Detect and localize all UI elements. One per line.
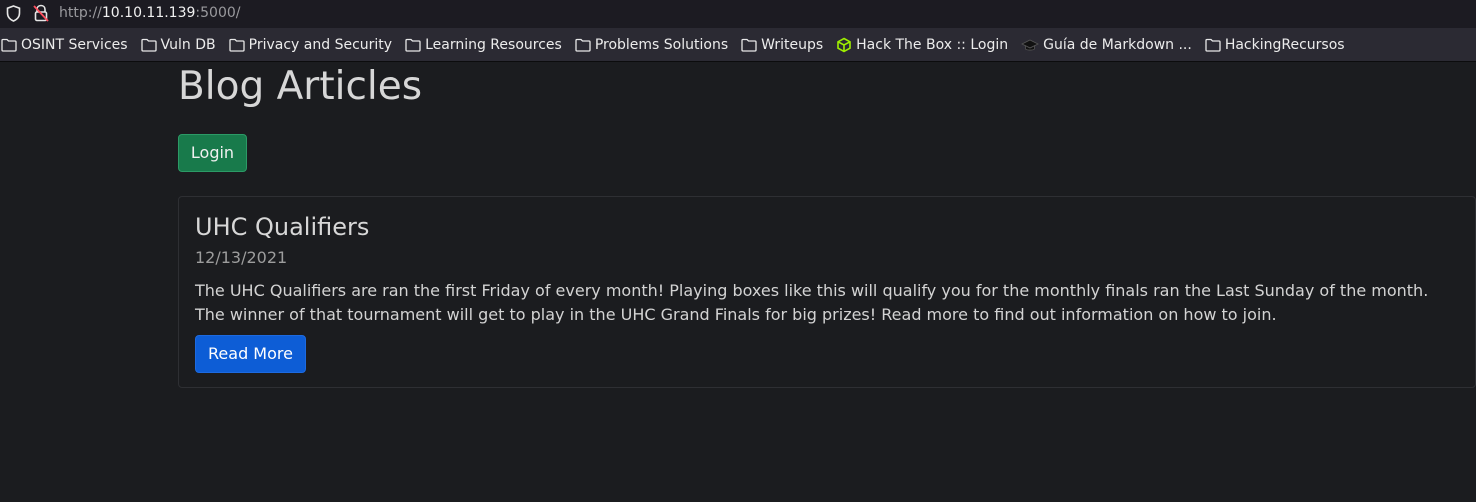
login-button[interactable]: Login [178, 134, 247, 172]
browser-url-bar[interactable]: http://10.10.11.139:5000/ [0, 0, 1476, 28]
bookmark-label: HackingRecursos [1224, 36, 1345, 53]
article-card: UHC Qualifiers 12/13/2021 The UHC Qualif… [178, 196, 1476, 388]
read-more-button[interactable]: Read More [195, 335, 306, 373]
bookmarks-toolbar: OSINT Services Vuln DB Privacy and Secur… [0, 28, 1476, 62]
folder-icon [1205, 38, 1221, 52]
page-title: Blog Articles [178, 64, 423, 109]
graduation-cap-icon [1021, 39, 1040, 50]
bookmark-label: Hack The Box :: Login [856, 36, 1009, 53]
url-text[interactable]: http://10.10.11.139:5000/ [59, 4, 240, 22]
bookmark-label: Privacy and Security [248, 36, 393, 53]
bookmark-label: Learning Resources [425, 36, 562, 53]
folder-icon [1, 38, 17, 52]
bookmark-label: Vuln DB [160, 36, 216, 53]
bookmark-writeups[interactable]: Writeups [741, 28, 823, 61]
bookmark-privacy-and-security[interactable]: Privacy and Security [229, 28, 392, 61]
shield-icon[interactable] [6, 5, 21, 26]
bookmark-label: OSINT Services [21, 36, 128, 53]
bookmark-label: Problems Solutions [594, 36, 729, 53]
folder-icon [405, 38, 421, 52]
bookmark-learning-resources[interactable]: Learning Resources [405, 28, 562, 61]
lock-slash-icon[interactable] [33, 4, 49, 26]
article-title: UHC Qualifiers [195, 213, 370, 241]
folder-icon [140, 38, 157, 52]
bookmark-guia-de-markdown[interactable]: Guía de Markdown ... [1021, 28, 1192, 61]
htb-cube-icon [837, 37, 851, 52]
article-body: The UHC Qualifiers are ran the first Fri… [195, 281, 1429, 324]
bookmark-vuln-db[interactable]: Vuln DB [140, 28, 216, 61]
folder-icon [229, 38, 245, 52]
bookmark-problems-solutions[interactable]: Problems Solutions [575, 28, 728, 61]
bookmark-hackingrecursos[interactable]: HackingRecursos [1205, 28, 1345, 61]
page-content: Blog Articles Login UHC Qualifiers 12/13… [0, 62, 1476, 502]
folder-icon [575, 38, 591, 52]
bookmark-osint-services[interactable]: OSINT Services [1, 28, 128, 61]
article-date: 12/13/2021 [195, 248, 288, 267]
folder-icon [741, 38, 757, 52]
bookmark-hack-the-box-login[interactable]: Hack The Box :: Login [836, 28, 1008, 61]
bookmark-label: Guía de Markdown ... [1043, 36, 1192, 53]
bookmark-label: Writeups [761, 36, 824, 53]
